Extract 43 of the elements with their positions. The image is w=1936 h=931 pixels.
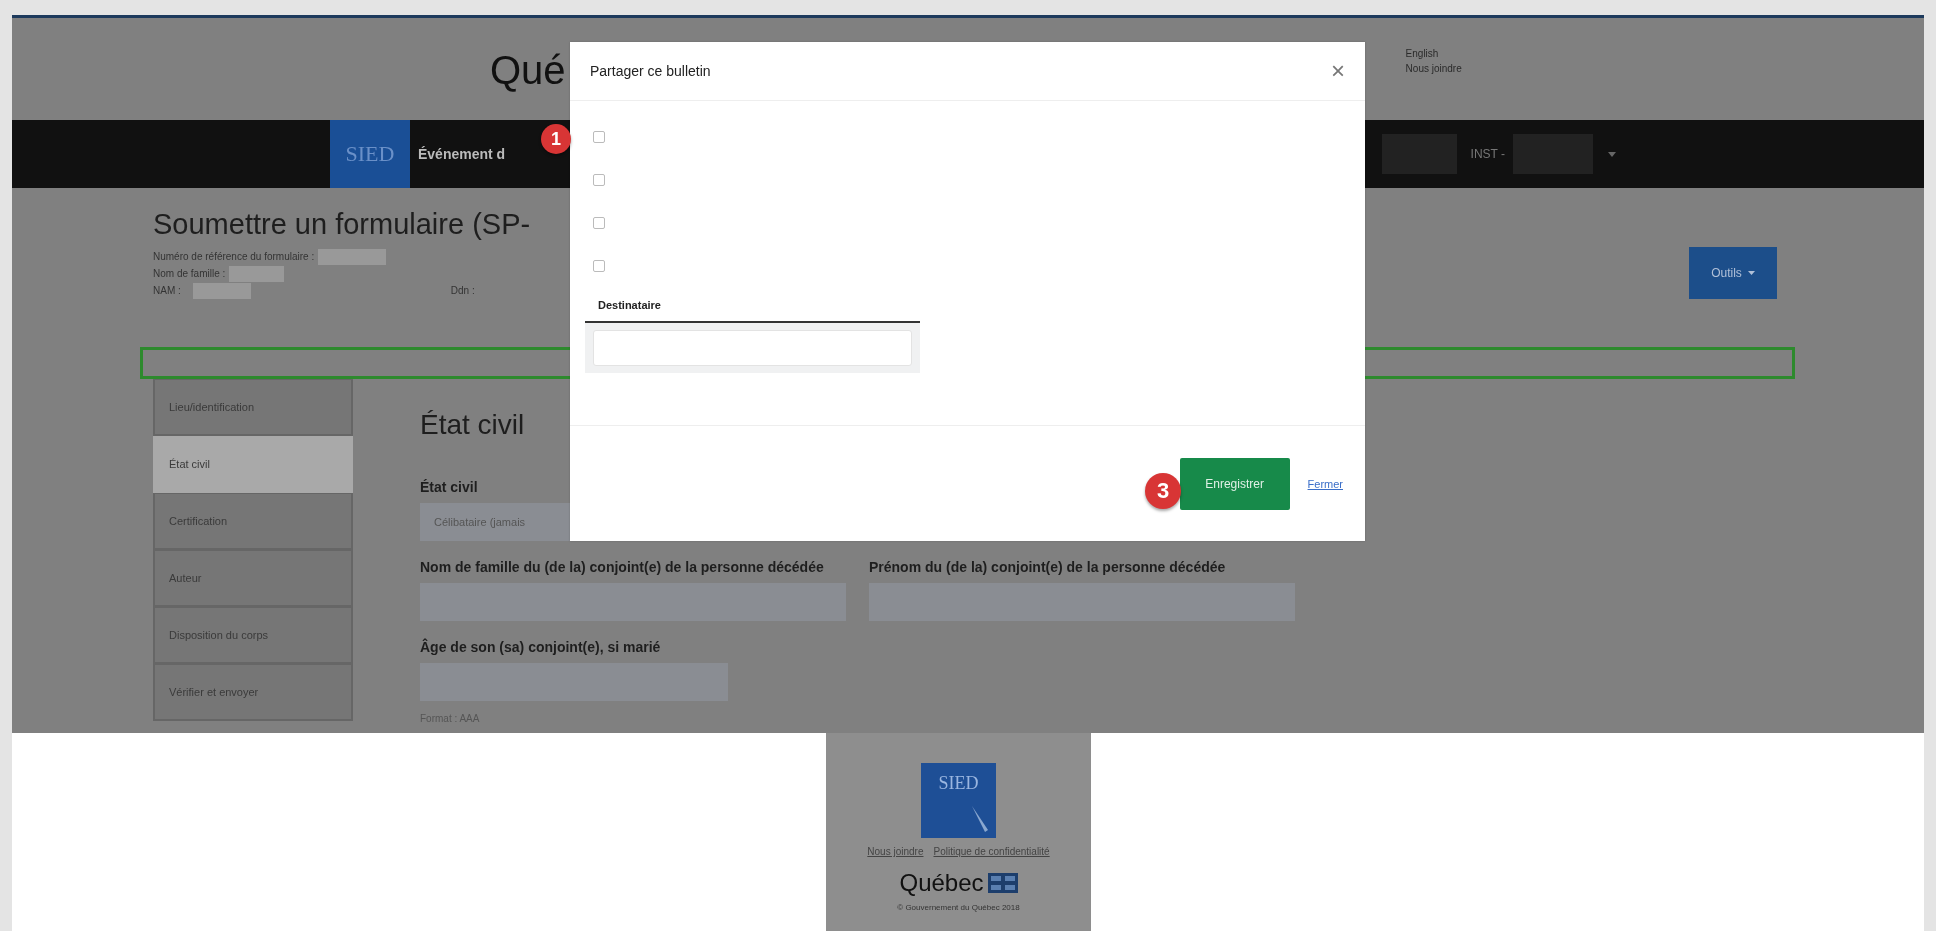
institution-label: INST - — [1470, 147, 1505, 161]
header-link[interactable]: English — [1405, 48, 1462, 59]
meta-label: Numéro de référence du formulaire : — [153, 251, 315, 262]
meta-label: NAM : — [153, 285, 181, 296]
field-label: État civil — [420, 479, 479, 495]
sidebar-tab[interactable]: Vérifier et envoyer — [153, 664, 353, 721]
input-field[interactable] — [585, 323, 920, 373]
close-link[interactable]: Fermer — [1307, 477, 1343, 490]
dialog-title: Partager ce bulletin — [590, 63, 711, 79]
sidebar-tab[interactable]: Auteur — [153, 550, 353, 607]
caret-icon[interactable] — [1608, 151, 1616, 157]
footer-link[interactable]: Nous joindre — [867, 846, 924, 857]
sidebar-tab[interactable]: Certification — [153, 493, 353, 550]
header-link[interactable]: Nous joindre — [1405, 63, 1462, 74]
checkbox[interactable] — [593, 130, 605, 143]
footer-logo: SIED — [921, 763, 996, 838]
section-heading: État civil — [420, 409, 526, 441]
redaction-block — [229, 265, 285, 282]
form-title: Soumettre un formulaire (SP- — [153, 208, 531, 241]
footer-link[interactable]: Politique de confidentialité — [933, 846, 1050, 857]
meta-label: Nom de famille : — [153, 268, 226, 279]
redaction-block — [192, 282, 251, 299]
field-label: Prénom du (de la) conjoint(e) de la personne décédée — [869, 559, 1227, 575]
field-label: Nom de famille du (de la) conjoint(e) de la personne décédée — [420, 559, 825, 575]
meta-label: Ddn : — [450, 285, 475, 296]
flag-icon — [987, 873, 1018, 893]
save-button[interactable]: Enregistrer — [1179, 457, 1290, 510]
checkbox[interactable] — [593, 216, 605, 229]
field-label: Âge de son (sa) conjoint(e), si marié — [420, 639, 662, 655]
sidebar-tab[interactable]: Lieu/identification — [153, 379, 353, 436]
nav-item[interactable]: Événement d — [418, 146, 506, 162]
nav-logo[interactable]: SIED — [330, 120, 410, 188]
sidebar-tab[interactable]: État civil — [153, 436, 353, 493]
checkbox[interactable] — [593, 259, 605, 272]
checkbox[interactable] — [593, 173, 605, 186]
site-title: Qué — [490, 48, 566, 93]
copyright-text: © Gouvernement du Québec 2018 — [897, 903, 1020, 912]
caret-icon — [1747, 271, 1755, 275]
close-button[interactable]: × — [1331, 57, 1345, 85]
brand-wordmark: Québec — [899, 869, 984, 897]
tools-button[interactable]: Outils — [1689, 247, 1777, 299]
redaction-block — [318, 248, 387, 265]
field-label: Destinataire — [598, 299, 662, 311]
